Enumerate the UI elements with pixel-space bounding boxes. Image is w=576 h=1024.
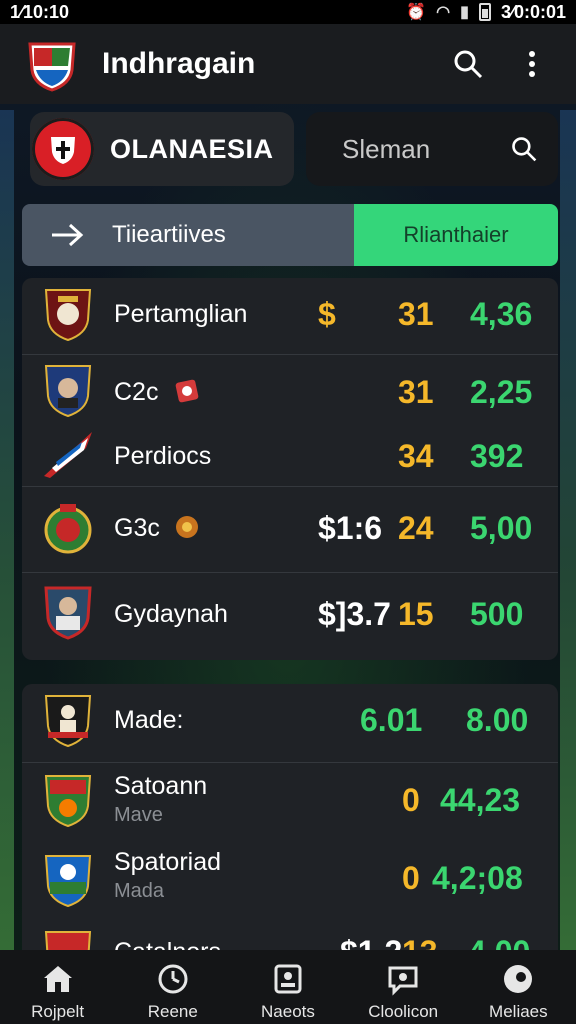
row-value-2: 31 <box>398 374 434 410</box>
more-options-button[interactable] <box>512 44 552 84</box>
app-logo-icon <box>28 42 76 92</box>
league-selector[interactable]: OLANAESIA <box>30 112 294 186</box>
league-name: OLANAESIA <box>110 133 274 164</box>
alarm-icon: ⏰ <box>406 4 427 21</box>
row-value-2: 31 <box>398 296 434 332</box>
row-value-3: 2,25 <box>470 374 533 410</box>
team-name: Gydaynah <box>114 600 228 628</box>
team-name: G3c <box>114 514 160 542</box>
table-row[interactable]: Satoann Mave 0 44,23 <box>22 768 558 842</box>
row-value-3: 5,00 <box>470 510 533 546</box>
more-vert-icon <box>529 51 535 77</box>
table-row[interactable]: Pertamglian $ 31 4,36 <box>22 278 558 352</box>
standings-card: Pertamglian $ 31 4,36 C2c 31 2,25 Perdio… <box>22 278 558 660</box>
search-input[interactable]: Sleman <box>342 134 510 165</box>
table-row[interactable]: Made: 6.01 8.00 <box>22 684 558 758</box>
nav-chat[interactable]: Cloolicon <box>348 950 458 1022</box>
table-row[interactable]: Gydaynah $]3.7 15 500 <box>22 578 558 652</box>
team-logo-icon <box>44 289 92 342</box>
row-value-3: 4,36 <box>470 296 533 332</box>
battery-icon <box>478 3 491 21</box>
row-value-3: 392 <box>470 438 524 474</box>
divider <box>22 354 558 355</box>
team-name: Spatoriad <box>114 848 222 876</box>
team-name: C2c <box>114 378 159 406</box>
nav-label: Reene <box>147 1002 198 1021</box>
badge-icon <box>175 379 199 403</box>
team-logo-icon <box>44 432 92 478</box>
divider <box>22 486 558 487</box>
wifi-icon: ◠ <box>436 4 451 21</box>
team-logo-icon <box>44 695 92 748</box>
profile-icon <box>504 965 533 993</box>
row-value-2: 15 <box>398 596 434 632</box>
divider <box>22 572 558 573</box>
team-subtitle: Mada <box>114 880 165 902</box>
row-value-1: $1:6 <box>318 510 383 546</box>
row-value-2: 6.01 <box>360 702 423 738</box>
app-title: Indhragain <box>102 47 256 80</box>
search-icon <box>512 137 537 162</box>
home-icon <box>43 966 72 992</box>
search-button[interactable] <box>448 44 488 84</box>
nav-home[interactable]: Rojpelt <box>3 950 113 1022</box>
team-logo-icon <box>44 775 92 828</box>
nav-label: Naeots <box>261 1002 315 1021</box>
arrow-right-icon <box>52 223 84 247</box>
team-name: Made: <box>114 706 184 734</box>
bottom-navigation: Rojpelt Reene Naeots Cloolicon Meliaes <box>0 950 576 1024</box>
status-bar: 1⁄10:10 ⏰ ◠ ▮ 3⁄0:0:01 <box>0 0 576 24</box>
divider <box>22 762 558 763</box>
row-value-3: 44,23 <box>440 782 521 818</box>
team-name: Satoann <box>114 772 208 800</box>
nav-label: Meliaes <box>489 1002 548 1021</box>
tab-right-label: Rlianthaier <box>403 222 509 247</box>
row-value-1: $ <box>318 296 336 332</box>
results-card: Made: 6.01 8.00 Satoann Mave 0 44,23 Spa… <box>22 684 558 964</box>
nav-label: Rojpelt <box>31 1002 85 1021</box>
row-value-2: 0 <box>402 782 420 818</box>
signal-icon: ▮ <box>460 4 469 21</box>
team-subtitle: Mave <box>114 804 163 826</box>
chat-icon <box>388 966 418 996</box>
team-logo-icon <box>44 365 92 418</box>
search-field[interactable]: Sleman <box>306 112 558 186</box>
status-time-left: 1⁄10:10 <box>10 1 70 22</box>
tab-bar: Tiieartiives Rlianthaier <box>22 204 558 266</box>
nav-recent[interactable]: Reene <box>118 950 228 1022</box>
row-value-3: 4,2;08 <box>432 860 523 896</box>
team-name: Pertamglian <box>114 300 248 328</box>
tab-left[interactable]: Tiieartiives <box>22 204 354 266</box>
row-value-3: 8.00 <box>466 702 529 738</box>
table-row[interactable]: G3c $1:6 24 5,00 <box>22 492 558 566</box>
nav-label: Cloolicon <box>368 1002 439 1021</box>
clock-icon <box>158 964 188 994</box>
table-row[interactable]: Perdiocs 34 392 <box>22 418 558 492</box>
background-pitch-left <box>0 110 14 950</box>
status-time-right: 3⁄0:0:01 <box>500 1 566 22</box>
nav-profile[interactable]: Meliaes <box>463 950 573 1022</box>
tab-left-label: Tiieartiives <box>112 221 226 248</box>
tab-right[interactable]: Rlianthaier <box>354 204 558 266</box>
nav-news[interactable]: Naeots <box>233 950 343 1022</box>
team-logo-icon <box>44 504 92 554</box>
background-pitch-right <box>560 110 576 950</box>
league-badge-icon <box>32 118 94 180</box>
app-bar: Indhragain <box>0 24 576 104</box>
row-value-2: 24 <box>398 510 434 546</box>
row-value-3: 500 <box>470 596 524 632</box>
team-logo-icon <box>44 855 92 908</box>
team-logo-icon <box>44 586 92 640</box>
row-value-2: 34 <box>398 438 434 474</box>
row-value-1: $]3.7 <box>318 596 391 632</box>
table-row[interactable]: Spatoriad Mada 0 4,2;08 <box>22 844 558 918</box>
search-icon <box>454 50 483 79</box>
row-value-2: 0 <box>402 860 420 896</box>
badge-icon <box>176 516 198 538</box>
news-icon <box>274 964 302 994</box>
team-name: Perdiocs <box>114 442 212 470</box>
